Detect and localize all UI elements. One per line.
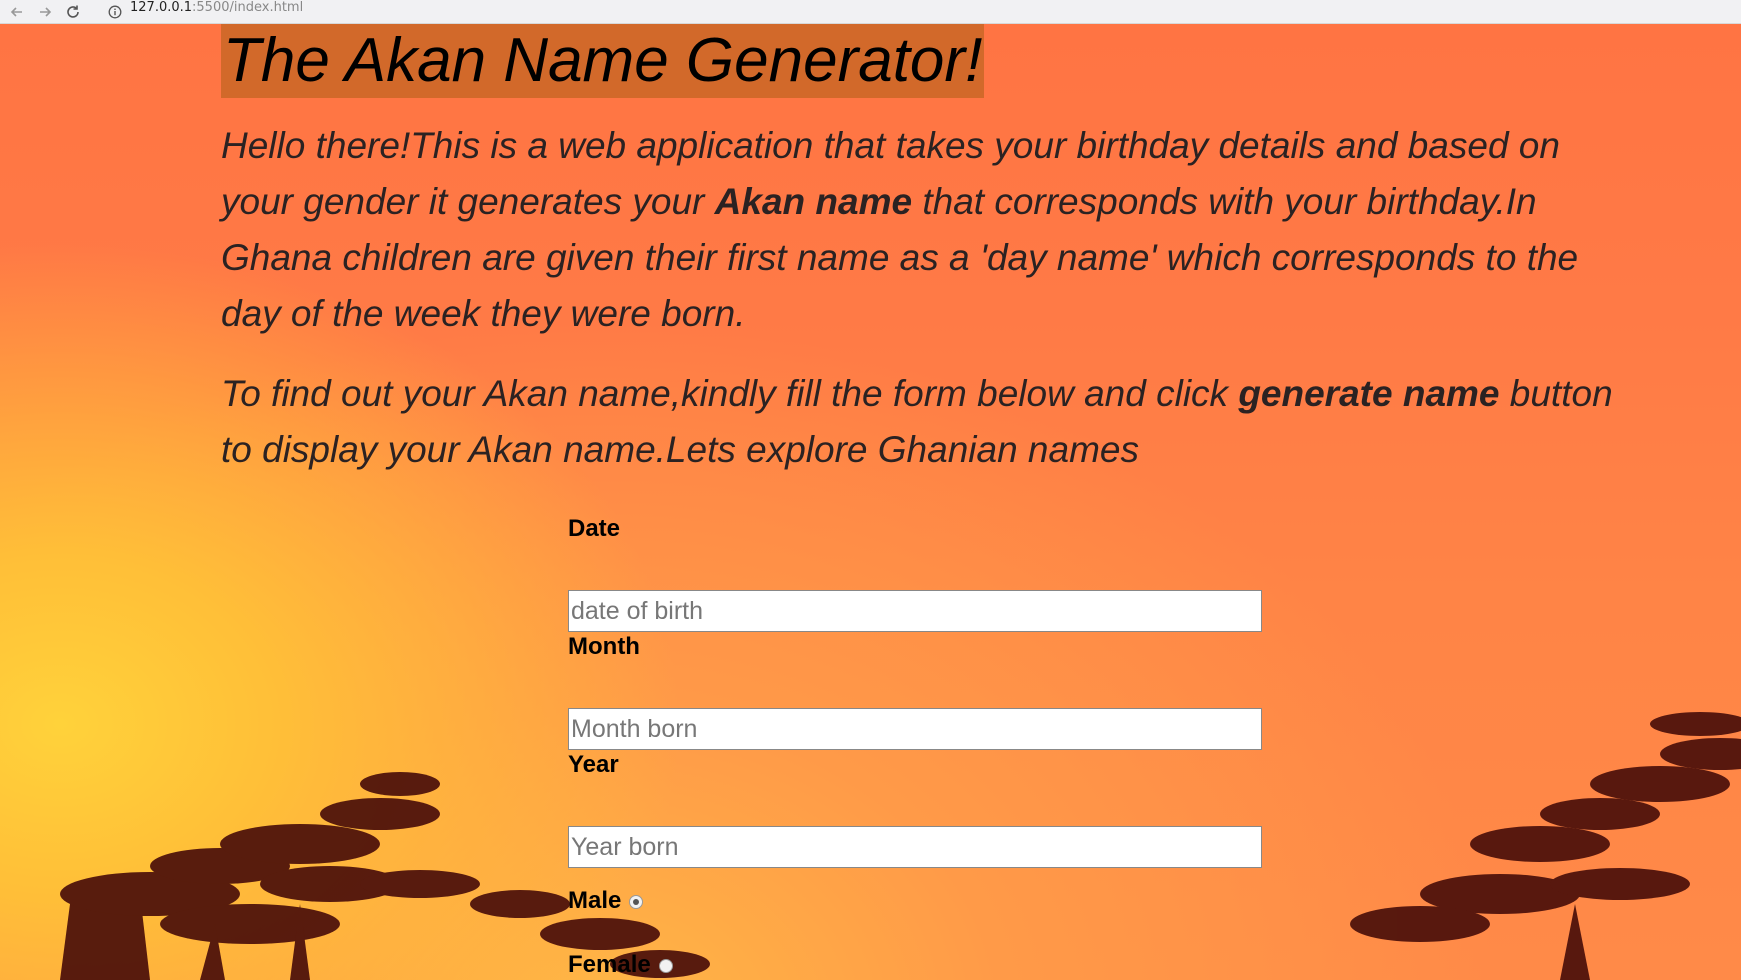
year-label: Year (568, 751, 619, 778)
female-radio[interactable] (658, 959, 673, 973)
intro-bold: Akan name (714, 181, 913, 222)
url-path: :5500/index.html (192, 0, 304, 15)
forward-button[interactable] (34, 1, 56, 23)
intro-paragraph: Hello there!This is a web application th… (221, 118, 1621, 342)
info-icon[interactable] (108, 5, 122, 19)
month-input[interactable] (568, 708, 1262, 750)
female-label: Female (568, 951, 651, 978)
reload-icon (67, 5, 79, 18)
instructions-text-1: To find out your Akan name,kindly fill t… (221, 373, 1239, 414)
url-host: 127.0.0.1 (130, 0, 193, 15)
address-bar[interactable]: 127.0.0.1:5500/index.html (108, 0, 304, 23)
page-body: The Akan Name Generator! Hello there!Thi… (0, 24, 1741, 980)
back-button[interactable] (6, 1, 28, 23)
male-option[interactable]: Male (568, 886, 1268, 916)
date-input[interactable] (568, 590, 1262, 632)
male-radio[interactable] (629, 895, 644, 909)
date-label: Date (568, 515, 621, 542)
instructions-bold: generate name (1238, 373, 1500, 414)
instructions-paragraph: To find out your Akan name,kindly fill t… (221, 366, 1621, 478)
birthday-form: Date Month Year Male Female (568, 514, 1268, 980)
arrow-right-icon (40, 6, 52, 17)
male-label: Male (568, 887, 622, 914)
arrow-left-icon (10, 6, 22, 17)
female-option[interactable]: Female (568, 950, 1268, 980)
main-content: The Akan Name Generator! Hello there!Thi… (221, 24, 1641, 478)
reload-button[interactable] (62, 1, 84, 23)
year-input[interactable] (568, 826, 1262, 868)
page-title: The Akan Name Generator! (221, 24, 985, 98)
month-label: Month (568, 633, 640, 660)
browser-toolbar: 127.0.0.1:5500/index.html (0, 0, 1741, 24)
